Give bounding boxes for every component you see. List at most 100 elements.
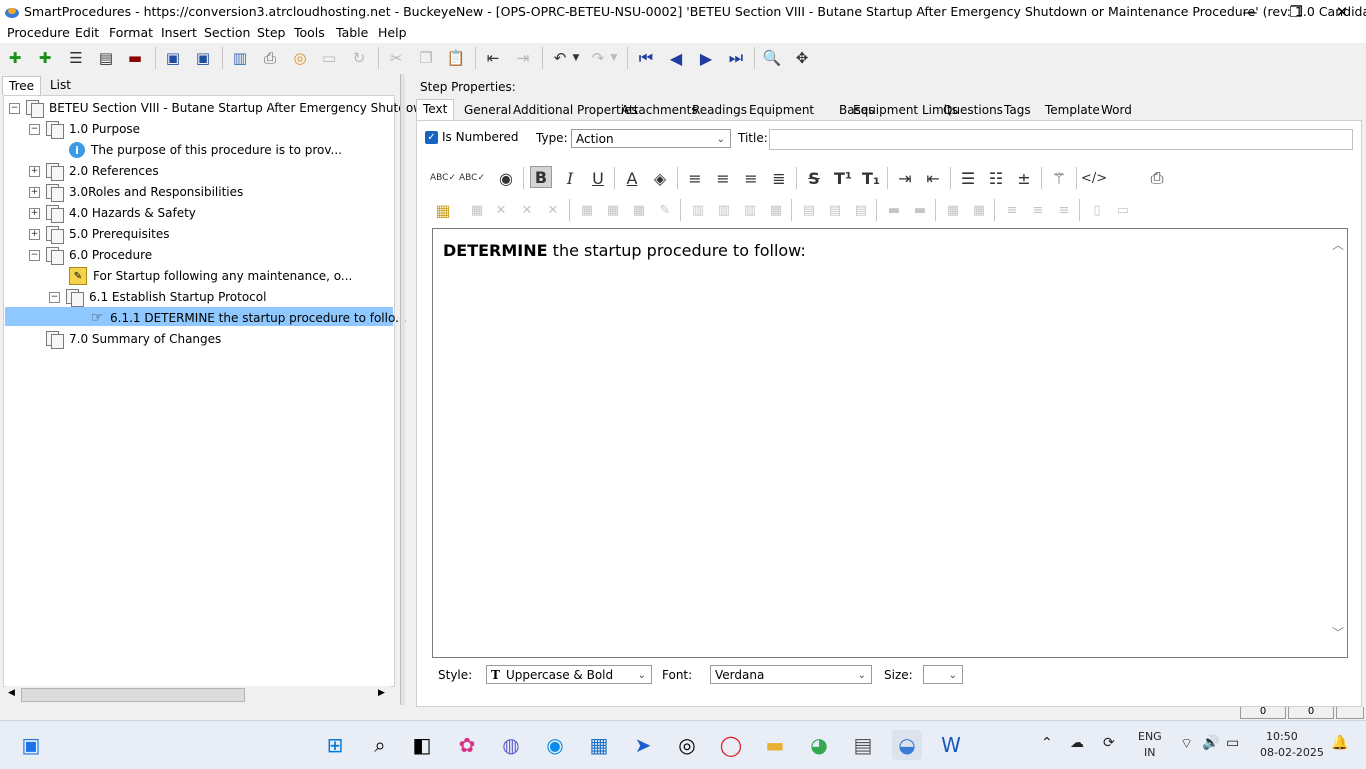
list-icon[interactable]: ☰ — [66, 48, 86, 68]
region-indicator[interactable]: IN — [1144, 746, 1155, 759]
tree-node-root[interactable]: − BETEU Section VIII - Butane Startup Af… — [9, 98, 442, 118]
font-color-icon[interactable]: A — [621, 167, 643, 189]
link-icon[interactable]: ◎ — [290, 48, 310, 68]
collapse-icon[interactable]: − — [49, 291, 60, 303]
border-icon[interactable]: ▦ — [942, 199, 964, 221]
valign-top-icon[interactable]: ≡ — [1001, 199, 1023, 221]
remove-icon[interactable]: ▬ — [125, 48, 145, 68]
tree-node-purpose-info[interactable]: i The purpose of this procedure is to pr… — [69, 140, 342, 160]
print-icon[interactable]: ⎙ — [260, 48, 280, 68]
is-numbered-checkbox[interactable]: ✓ — [425, 131, 438, 144]
tree-node-procedure[interactable]: − 6.0 Procedure — [29, 245, 152, 265]
highlight-icon[interactable]: ◉ — [495, 167, 517, 189]
delete-column-icon[interactable]: ✕ — [542, 199, 564, 221]
row-fit-icon[interactable]: ▬ — [909, 199, 931, 221]
tab-template[interactable]: Template — [1045, 101, 1100, 119]
tree-node-establish-protocol[interactable]: − 6.1 Establish Startup Protocol — [49, 287, 266, 307]
add-icon[interactable]: ✚ — [5, 48, 25, 68]
notification-icon[interactable]: 🔔 — [1331, 735, 1348, 751]
next-step-icon[interactable]: ▶ — [696, 48, 716, 68]
size-dropdown[interactable]: ⌄ — [923, 665, 963, 684]
tree-node-determine-step[interactable]: ☞ 6.1.1 DETERMINE the startup procedure … — [88, 308, 407, 328]
magic-wand-icon[interactable]: ⚚ — [1048, 167, 1070, 189]
cell-pencil-icon[interactable]: ✎ — [654, 199, 676, 221]
align-center-icon[interactable]: ≡ — [712, 167, 734, 189]
expand-icon[interactable]: + — [29, 207, 40, 219]
edge-browser-icon[interactable]: ◉ — [540, 730, 570, 760]
teams-icon[interactable]: ◍ — [496, 730, 526, 760]
collapse-icon[interactable]: − — [29, 123, 40, 135]
font-dropdown[interactable]: Verdana ⌄ — [710, 665, 872, 684]
align-left-icon[interactable]: ≡ — [684, 167, 706, 189]
scrollbar-thumb[interactable] — [21, 688, 245, 702]
wifi-icon[interactable]: ⌔ — [1180, 735, 1193, 753]
paste-icon[interactable]: 📋 — [446, 48, 466, 68]
spellcheck-as-you-type-icon[interactable]: ABC✓ — [459, 167, 485, 189]
file-explorer-icon[interactable]: ▬ — [760, 730, 790, 760]
menu-tools[interactable]: Tools — [294, 25, 325, 40]
previous-step-icon[interactable]: ◀ — [666, 48, 686, 68]
tree-node-hazards[interactable]: + 4.0 Hazards & Safety — [29, 203, 196, 223]
show-hidden-icons[interactable]: ⌃ — [1041, 735, 1053, 751]
fill-color-icon[interactable]: ◈ — [649, 167, 671, 189]
form-icon[interactable]: ▭ — [319, 48, 339, 68]
maximize-button[interactable]: ❐ — [1273, 0, 1319, 24]
valign-middle-icon[interactable]: ≡ — [1027, 199, 1049, 221]
tree-node-roles[interactable]: + 3.0Roles and Responsibilities — [29, 182, 243, 202]
insert-table-icon[interactable]: ▦ — [432, 199, 454, 221]
start-menu-icon[interactable]: ⊞ — [320, 730, 350, 760]
row-height-icon[interactable]: ▬ — [883, 199, 905, 221]
power-automate-icon[interactable]: ➤ — [628, 730, 658, 760]
tree-node-references[interactable]: + 2.0 References — [29, 161, 159, 181]
save-icon[interactable]: ▣ — [193, 48, 213, 68]
scroll-up-icon[interactable]: ︿ — [1332, 236, 1344, 253]
merge-icon[interactable]: ▥ — [739, 199, 761, 221]
panel-splitter[interactable] — [400, 74, 405, 705]
tree-node-purpose[interactable]: − 1.0 Purpose — [29, 119, 140, 139]
tab-questions[interactable]: Questions — [943, 101, 1003, 119]
cell-style-icon[interactable]: ▦ — [628, 199, 650, 221]
network-sync-icon[interactable]: ☁ — [1070, 735, 1084, 751]
insert-column-right-icon[interactable]: ▥ — [713, 199, 735, 221]
tree-horizontal-scrollbar[interactable]: ◀ ▶ — [5, 686, 391, 703]
word-icon[interactable]: W — [936, 730, 966, 760]
superscript-button[interactable]: T¹ — [832, 167, 854, 189]
spellcheck-icon[interactable]: ABC✓ — [430, 167, 456, 189]
minimize-button[interactable]: — — [1227, 0, 1273, 24]
split-icon[interactable]: ▦ — [765, 199, 787, 221]
menu-step[interactable]: Step — [257, 25, 285, 40]
copy-icon[interactable]: ❐ — [416, 48, 436, 68]
refresh-icon[interactable]: ↻ — [349, 48, 369, 68]
scroll-left-icon[interactable]: ◀ — [8, 688, 15, 698]
title-input[interactable] — [769, 129, 1353, 150]
tab-text[interactable]: Text — [416, 99, 455, 120]
border-all-icon[interactable]: ▦ — [968, 199, 990, 221]
table-properties-icon[interactable]: ▦ — [466, 199, 488, 221]
menu-edit[interactable]: Edit — [75, 25, 99, 40]
dell-icon[interactable]: ◎ — [672, 730, 702, 760]
clock-time[interactable]: 10:50 — [1266, 730, 1298, 743]
justify-icon[interactable]: ≣ — [768, 167, 790, 189]
print-preview-icon[interactable]: ⎙ — [1146, 167, 1168, 189]
tab-tags[interactable]: Tags — [1004, 101, 1031, 119]
language-indicator[interactable]: ENG — [1138, 730, 1162, 743]
redo-dropdown-icon[interactable]: ▼ — [604, 48, 624, 68]
insert-row-below-icon[interactable]: ▤ — [824, 199, 846, 221]
tab-list[interactable]: List — [44, 76, 77, 94]
bullet-list-icon[interactable]: ☰ — [957, 167, 979, 189]
smartprocedures-taskbar-icon[interactable]: ◒ — [892, 730, 922, 760]
scroll-down-icon[interactable]: ﹀ — [1332, 624, 1344, 641]
editor-vertical-scrollbar[interactable]: ︿ ﹀ — [1330, 232, 1344, 652]
field-icon[interactable]: ▭ — [1112, 199, 1134, 221]
delete-rows-icon[interactable]: ▤ — [850, 199, 872, 221]
tab-additional-properties[interactable]: Additional Properties — [513, 101, 638, 119]
first-step-icon[interactable]: ⏮ — [636, 48, 656, 68]
tab-readings[interactable]: Readings — [692, 101, 747, 119]
collapse-icon[interactable]: − — [29, 249, 40, 261]
insert-symbol-icon[interactable]: ± — [1013, 167, 1035, 189]
close-button[interactable]: ✕ — [1319, 0, 1365, 24]
insert-row-above-icon[interactable]: ▤ — [798, 199, 820, 221]
indent-left-icon[interactable]: ⇤ — [922, 167, 944, 189]
style-dropdown[interactable]: T Uppercase & Bold ⌄ — [486, 665, 652, 684]
menu-table[interactable]: Table — [336, 25, 368, 40]
